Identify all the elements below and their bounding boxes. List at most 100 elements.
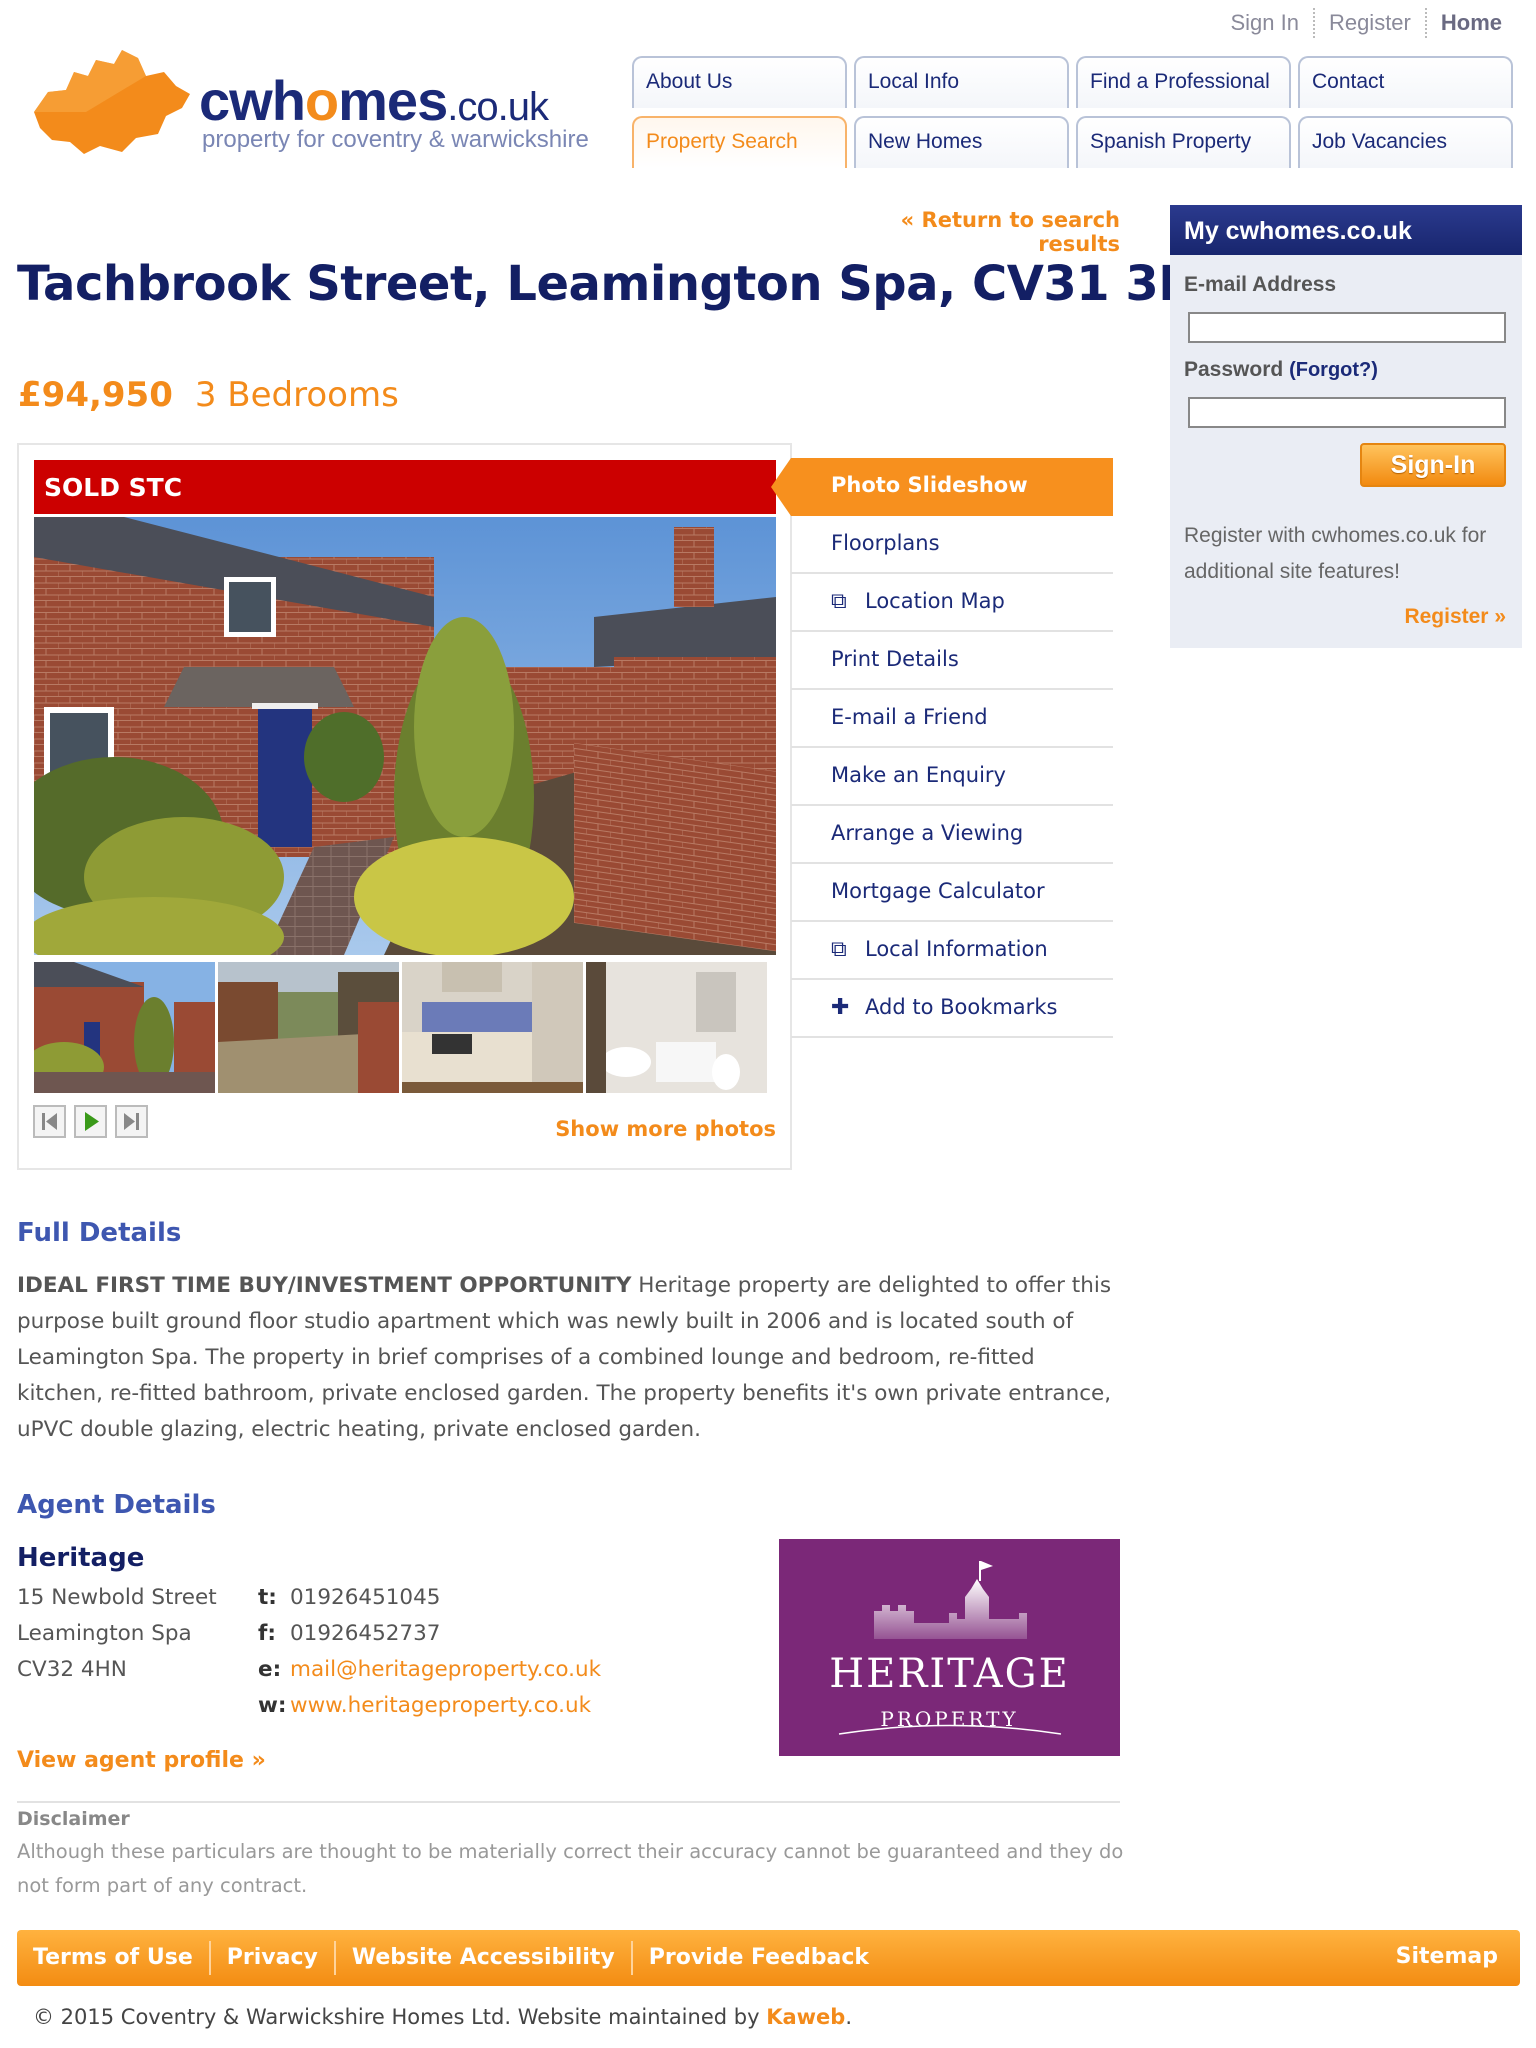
footer-links: Terms of Use Privacy Website Accessibili… (17, 1930, 885, 1986)
thumbnail-1[interactable] (34, 962, 215, 1093)
address-line: 15 Newbold Street (17, 1585, 217, 1610)
agent-contact: t: 01926451045 f: 01926452737 e: mail@herit… (258, 1580, 601, 1724)
thumbnail-4[interactable] (586, 962, 767, 1093)
menu-label: Print Details (831, 647, 959, 671)
logo-tagline: property for coventry & warwickshire (202, 126, 589, 153)
menu-label: Floorplans (831, 531, 940, 555)
footer-accessibility-link[interactable]: Website Accessibility (336, 1941, 633, 1975)
kaweb-link[interactable]: Kaweb (766, 2005, 845, 2029)
thumbnail-3[interactable] (402, 962, 583, 1093)
footer-sitemap-link[interactable]: Sitemap (1396, 1944, 1498, 1969)
nav-find-a-professional[interactable]: Find a Professional (1076, 56, 1291, 108)
agent-logo[interactable]: HERITAGE PROPERTY (779, 1539, 1120, 1756)
password-label-row: Password (Forgot?) (1184, 358, 1378, 382)
menu-make-an-enquiry[interactable]: Make an Enquiry (791, 748, 1113, 806)
sign-in-button[interactable]: Sign-In (1360, 443, 1506, 487)
email-label: e: (258, 1657, 282, 1682)
menu-label: Make an Enquiry (831, 763, 1006, 787)
menu-floorplans[interactable]: Floorplans (791, 516, 1113, 574)
password-field[interactable] (1188, 397, 1506, 428)
nav-job-vacancies[interactable]: Job Vacancies (1298, 116, 1513, 168)
nav-spanish-property[interactable]: Spanish Property (1076, 116, 1291, 168)
signin-title: My cwhomes.co.uk (1170, 205, 1522, 255)
register-link[interactable]: Register » (1404, 605, 1506, 629)
menu-label: Photo Slideshow (831, 473, 1028, 497)
nav-about-us[interactable]: About Us (632, 56, 847, 108)
menu-mortgage-calculator[interactable]: Mortgage Calculator (791, 864, 1113, 922)
agent-name: Heritage (17, 1543, 145, 1573)
description-lead: IDEAL FIRST TIME BUY/INVESTMENT OPPORTUN… (17, 1273, 632, 1298)
copyright-text: © 2015 Coventry & Warwickshire Homes Ltd… (33, 2005, 767, 2029)
full-details-heading: Full Details (17, 1218, 182, 1248)
menu-arrange-a-viewing[interactable]: Arrange a Viewing (791, 806, 1113, 864)
address-line: Leamington Spa (17, 1621, 192, 1646)
menu-local-information[interactable]: ⧉ Local Information (791, 922, 1113, 980)
house-photo (34, 517, 776, 955)
last-photo-button[interactable] (115, 1105, 148, 1138)
disclaimer-heading: Disclaimer (17, 1808, 130, 1830)
site-logo[interactable]: cwhomes.co.uk property for coventry & wa… (26, 42, 589, 172)
show-more-photos-link[interactable]: Show more photos (555, 1117, 776, 1141)
password-label: Password (1184, 358, 1284, 381)
email-field[interactable] (1188, 312, 1506, 343)
play-slideshow-button[interactable] (74, 1105, 107, 1138)
address-line: CV32 4HN (17, 1657, 127, 1682)
property-description: IDEAL FIRST TIME BUY/INVESTMENT OPPORTUN… (17, 1268, 1127, 1448)
property-title: Tachbrook Street, Leamington Spa, CV31 3… (17, 256, 1245, 312)
home-link[interactable]: Home (1427, 8, 1516, 38)
thumb-house-photo (34, 962, 215, 1093)
nav-new-homes[interactable]: New Homes (854, 116, 1069, 168)
slideshow-controls (33, 1105, 148, 1138)
skip-forward-icon (124, 1113, 139, 1130)
return-to-results-link[interactable]: « Return to search results (820, 208, 1120, 256)
menu-label: E-mail a Friend (831, 705, 988, 729)
divider (17, 1801, 1120, 1803)
footer-bar: Terms of Use Privacy Website Accessibili… (17, 1930, 1520, 1986)
footer-feedback-link[interactable]: Provide Feedback (633, 1941, 885, 1975)
tel-label: t: (258, 1585, 277, 1610)
register-link[interactable]: Register (1315, 8, 1427, 38)
menu-print-details[interactable]: Print Details (791, 632, 1113, 690)
thumb-garden-photo (218, 962, 399, 1093)
nav-local-info[interactable]: Local Info (854, 56, 1069, 108)
forgot-password-link[interactable]: (Forgot?) (1289, 359, 1378, 381)
logo-wordmark: cwhomes.co.uk (199, 69, 549, 132)
nav-property-search[interactable]: Property Search (632, 116, 847, 168)
menu-add-to-bookmarks[interactable]: ✚ Add to Bookmarks (791, 980, 1113, 1038)
web-label: w: (258, 1693, 287, 1718)
thumbnail-2[interactable] (218, 962, 399, 1093)
top-links: Sign In Register Home (1216, 8, 1516, 38)
footer-privacy-link[interactable]: Privacy (211, 1941, 336, 1975)
agent-details-heading: Agent Details (17, 1490, 216, 1520)
menu-location-map[interactable]: ⧉ Location Map (791, 574, 1113, 632)
popup-window-icon: ⧉ (831, 937, 847, 962)
bedroom-count: 3 Bedrooms (194, 375, 399, 415)
property-actions-menu: Photo Slideshow Floorplans ⧉ Location Map… (771, 458, 1113, 1038)
thumb-kitchen-photo (402, 962, 583, 1093)
skip-back-icon (42, 1113, 57, 1130)
main-nav: About Us Local Info Find a Professional … (632, 56, 1516, 168)
sign-in-link[interactable]: Sign In (1216, 8, 1315, 38)
menu-email-a-friend[interactable]: E-mail a Friend (791, 690, 1113, 748)
footer-terms-link[interactable]: Terms of Use (17, 1941, 211, 1975)
menu-label: Arrange a Viewing (831, 821, 1024, 845)
agent-website-link[interactable]: www.heritageproperty.co.uk (290, 1693, 591, 1718)
status-badge: SOLD STC (34, 460, 776, 514)
price-line: £94,950 3 Bedrooms (18, 375, 399, 415)
menu-label: Mortgage Calculator (831, 879, 1045, 903)
signin-note: Register with cwhomes.co.uk for addition… (1184, 524, 1487, 583)
menu-label: Location Map (865, 589, 1005, 613)
play-icon (85, 1112, 99, 1131)
first-photo-button[interactable] (33, 1105, 66, 1138)
nav-contact[interactable]: Contact (1298, 56, 1513, 108)
agent-email-link[interactable]: mail@heritageproperty.co.uk (290, 1657, 601, 1682)
agent-address: 15 Newbold Street Leamington Spa CV32 4H… (17, 1580, 217, 1688)
disclaimer-text: Although these particulars are thought t… (17, 1840, 1124, 1897)
thumb-bathroom-photo (586, 962, 767, 1093)
photo-gallery: SOLD STC Show more photos (17, 443, 792, 1170)
menu-photo-slideshow[interactable]: Photo Slideshow (771, 458, 1113, 516)
view-agent-profile-link[interactable]: View agent profile » (17, 1748, 266, 1773)
main-property-photo[interactable] (34, 517, 776, 955)
signin-panel: My cwhomes.co.uk E-mail Address Password… (1170, 205, 1522, 648)
plus-icon: ✚ (831, 995, 850, 1020)
